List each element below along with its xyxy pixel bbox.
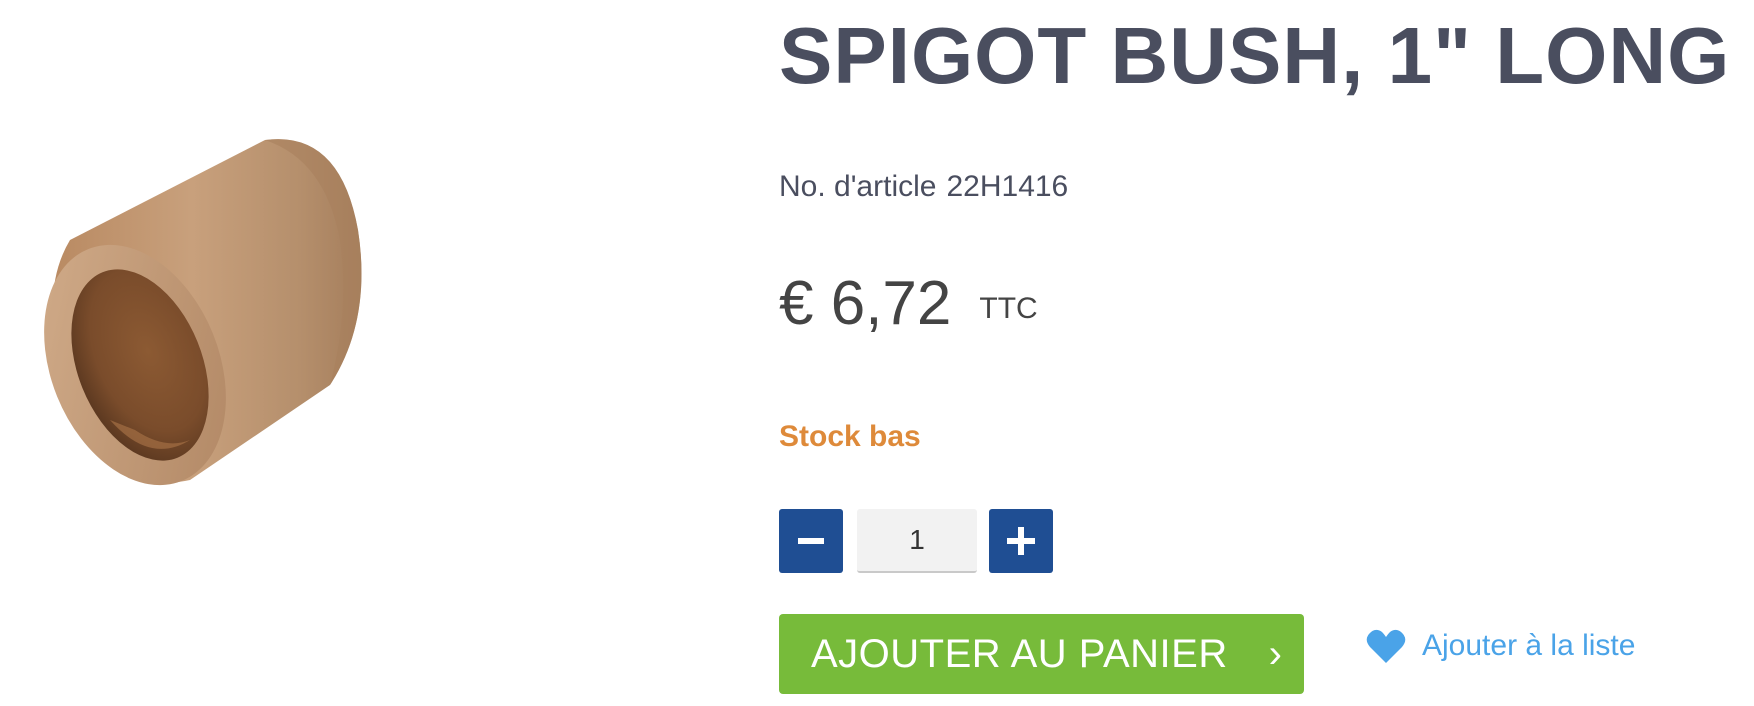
chevron-right-icon: › — [1268, 632, 1282, 676]
stock-status: Stock bas — [779, 420, 921, 453]
add-to-list-label: Ajouter à la liste — [1422, 629, 1636, 662]
product-page: SPIGOT BUSH, 1" LONG No. d'article 22H141… — [0, 0, 1754, 706]
product-title: SPIGOT BUSH, 1" LONG — [779, 11, 1731, 100]
article-number: 22H1416 — [946, 170, 1069, 203]
add-to-cart-label: AJOUTER AU PANIER — [811, 631, 1228, 676]
article-number-row: No. d'article 22H1416 — [779, 170, 1068, 204]
price-row: € 6,72 TTC — [779, 268, 1038, 339]
add-to-cart-button[interactable]: AJOUTER AU PANIER › — [779, 614, 1304, 694]
quantity-decrease-button[interactable] — [779, 509, 843, 573]
price: € 6,72 — [779, 269, 952, 338]
plus-icon — [1007, 527, 1035, 555]
price-tax-suffix: TTC — [979, 292, 1038, 325]
add-to-list-link[interactable]: Ajouter à la liste — [1366, 626, 1635, 666]
article-label: No. d'article — [779, 170, 937, 203]
bronze-bushing-image — [44, 139, 362, 486]
heart-icon — [1366, 629, 1406, 663]
quantity-increase-button[interactable] — [989, 509, 1053, 573]
quantity-input[interactable] — [857, 509, 977, 573]
product-image[interactable] — [40, 120, 400, 500]
minus-icon — [798, 538, 824, 544]
